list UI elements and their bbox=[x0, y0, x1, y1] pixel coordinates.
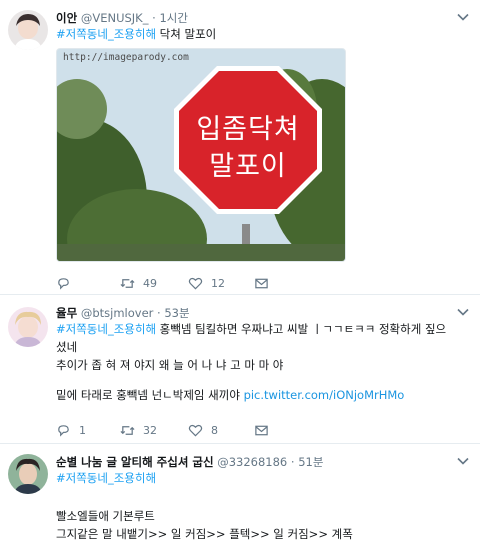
dm-icon bbox=[255, 278, 268, 288]
handle[interactable]: @btsjmlover bbox=[81, 306, 154, 320]
tweet-2[interactable]: 율무 @btsjmlover · 53분 #저쪽동네_조용히해 홍빽넴 팀킬하면… bbox=[0, 295, 480, 440]
display-name[interactable]: 율무 bbox=[56, 306, 77, 320]
separator-dot: · bbox=[290, 455, 295, 469]
reply-button[interactable]: 1 bbox=[56, 421, 86, 439]
separator-dot: · bbox=[152, 11, 156, 25]
tweet-line: 셨네 bbox=[56, 340, 78, 354]
tweet-1[interactable]: 이안 @VENUSJK_ · 1시간 #저쪽동네_조용히해 닥쳐 말포이 htt… bbox=[0, 0, 480, 292]
dm-icon bbox=[255, 425, 268, 435]
tweet-text: #저쪽동네_조용히해 닥쳐 말포이 bbox=[56, 25, 468, 43]
image-watermark: http://imageparody.com bbox=[63, 52, 189, 63]
tweet-text: #저쪽동네_조용히해 빨소엘들애 기본루트 그지같은 말 내뱉기>> 일 커짐>… bbox=[56, 469, 468, 543]
like-icon bbox=[188, 277, 203, 290]
dm-button[interactable] bbox=[254, 274, 269, 292]
display-name[interactable]: 순별 나눔 글 알티해 주십셔 굽신 bbox=[56, 455, 214, 469]
retweet-icon bbox=[120, 278, 135, 288]
timestamp[interactable]: 53분 bbox=[164, 306, 189, 320]
tweet-text-content: 닥쳐 말포이 bbox=[156, 27, 217, 41]
like-icon bbox=[188, 424, 203, 437]
avatar[interactable] bbox=[8, 307, 48, 347]
caret-down-icon[interactable] bbox=[456, 10, 470, 24]
hashtag-link[interactable]: #저쪽동네_조용히해 bbox=[56, 322, 156, 336]
retweet-button[interactable]: 32 bbox=[120, 421, 157, 439]
timestamp[interactable]: 1시간 bbox=[159, 11, 187, 25]
reply-icon bbox=[58, 424, 69, 437]
handle[interactable]: @VENUSJK_ bbox=[81, 11, 149, 25]
tweet-header: 율무 @btsjmlover · 53분 bbox=[56, 305, 190, 321]
reply-button[interactable] bbox=[56, 274, 79, 292]
display-name[interactable]: 이안 bbox=[56, 11, 77, 25]
pic-link[interactable]: pic.twitter.com/iONjoMrHMo bbox=[244, 388, 405, 402]
reply-count: 1 bbox=[79, 423, 86, 437]
timestamp[interactable]: 51분 bbox=[298, 455, 323, 469]
handle[interactable]: @33268186 bbox=[217, 455, 287, 469]
tweet-line: #저쪽동네_조용히해 홍빽넴 팀킬하면 우짜냐고 씨발 ㅣㄱㄱㅌㅋㅋ 정확하게 … bbox=[56, 320, 468, 338]
tweet-line: #저쪽동네_조용히해 bbox=[56, 469, 468, 487]
retweet-button[interactable]: 49 bbox=[120, 274, 157, 292]
tweet-line: 밑에 타래로 홍빽넴 넌ㄴ박제임 새끼야 pic.twitter.com/iON… bbox=[56, 386, 468, 404]
hashtag-link[interactable]: #저쪽동네_조용히해 bbox=[56, 471, 156, 485]
caret-down-icon[interactable] bbox=[456, 305, 470, 319]
sign-text-line2: 말포이 bbox=[209, 151, 287, 182]
tweet-header: 순별 나눔 글 알티해 주십셔 굽신 @33268186 · 51분 bbox=[56, 454, 323, 470]
tweet-line: 추이가 좁 혀 져 야지 왜 늘 어 나 냐 고 마 마 야 bbox=[56, 358, 284, 372]
tweet-text-content: 홍빽넴 팀킬하면 우짜냐고 씨발 ㅣㄱㄱㅌㅋㅋ 정확하게 짚으 bbox=[156, 322, 447, 336]
tweet-image[interactable]: http://imageparody.com 입좀닥쳐 말포이 bbox=[56, 48, 346, 262]
tweet-3[interactable]: 순별 나눔 글 알티해 주십셔 굽신 @33268186 · 51분 #저쪽동네… bbox=[0, 444, 480, 541]
retweet-icon bbox=[120, 425, 135, 435]
tweet-text: #저쪽동네_조용히해 홍빽넴 팀킬하면 우짜냐고 씨발 ㅣㄱㄱㅌㅋㅋ 정확하게 … bbox=[56, 320, 468, 404]
tweet-line: 빨소엘들애 기본루트 bbox=[56, 509, 155, 523]
dm-button[interactable] bbox=[254, 421, 269, 439]
caret-down-icon[interactable] bbox=[456, 454, 470, 468]
like-button[interactable]: 12 bbox=[188, 274, 225, 292]
retweet-count: 49 bbox=[143, 276, 157, 290]
like-count: 12 bbox=[211, 276, 225, 290]
sign-text-line1: 입좀닥쳐 bbox=[196, 114, 300, 145]
like-count: 8 bbox=[211, 423, 218, 437]
tweet-line: 그지같은 말 내뱉기>> 일 커짐>> 플텍>> 일 커짐>> 계폭 bbox=[56, 527, 353, 541]
avatar[interactable] bbox=[8, 454, 48, 494]
like-button[interactable]: 8 bbox=[188, 421, 218, 439]
tweet-text-content: 밑에 타래로 홍빽넴 넌ㄴ박제임 새끼야 bbox=[56, 388, 244, 402]
avatar[interactable] bbox=[8, 10, 48, 50]
reply-icon bbox=[58, 277, 69, 290]
retweet-count: 32 bbox=[143, 423, 157, 437]
hashtag-link[interactable]: #저쪽동네_조용히해 bbox=[56, 27, 156, 41]
tweet-header: 이안 @VENUSJK_ · 1시간 bbox=[56, 10, 188, 26]
separator-dot: · bbox=[157, 306, 161, 320]
